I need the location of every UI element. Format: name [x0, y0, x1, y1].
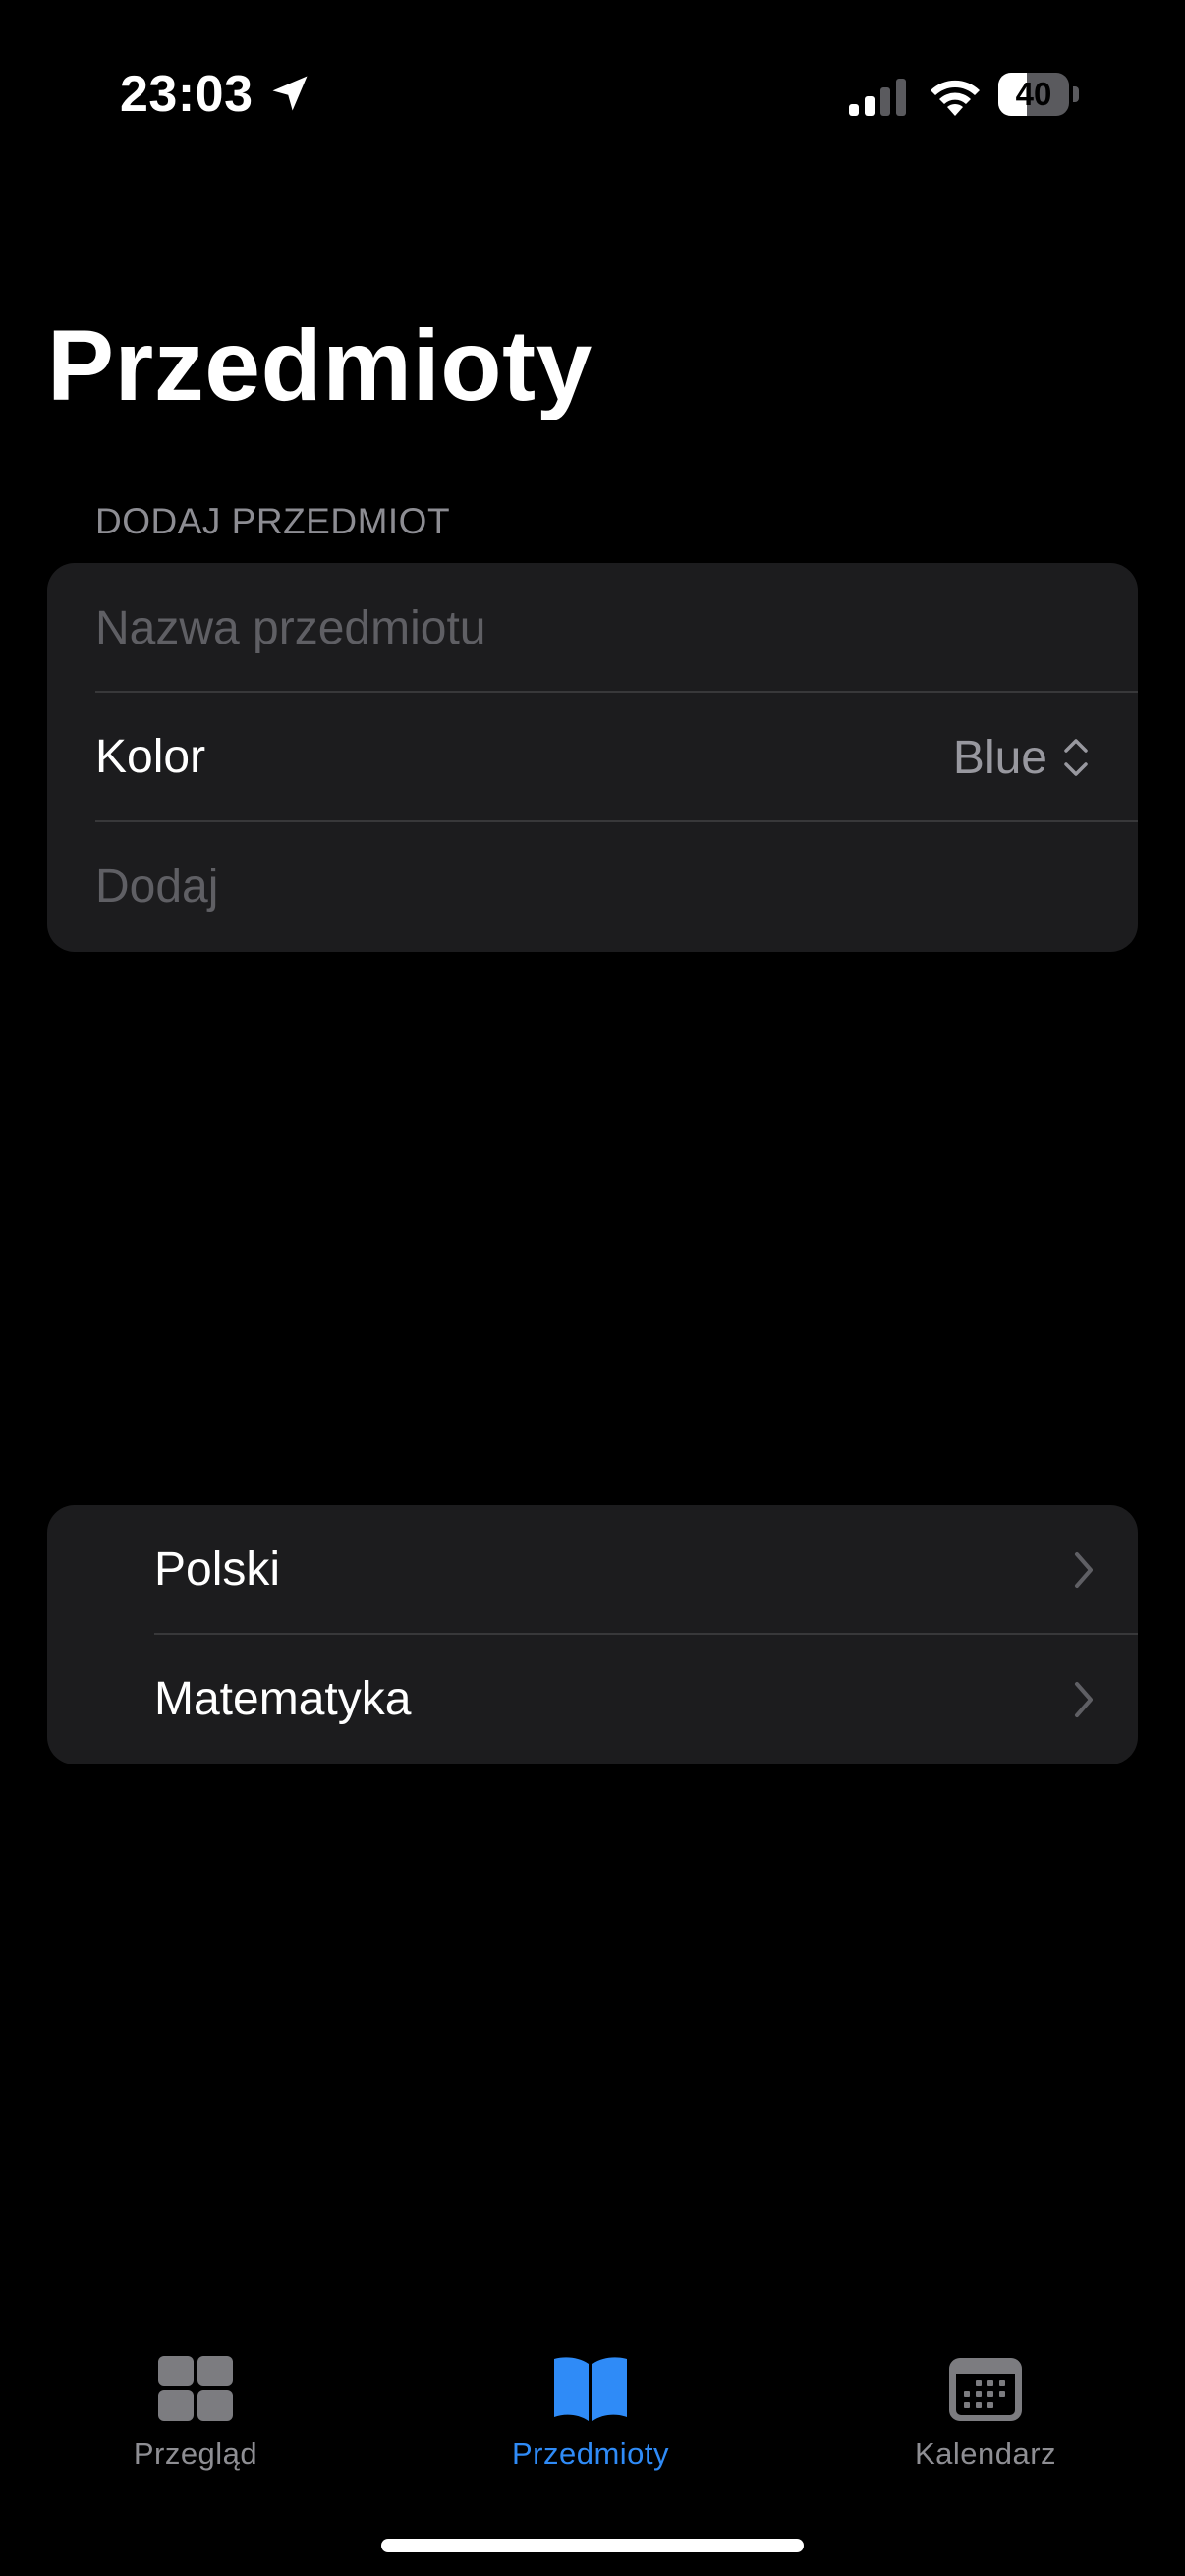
- tab-subjects[interactable]: Przedmioty: [443, 2319, 738, 2486]
- color-picker-row[interactable]: Kolor Blue: [47, 693, 1138, 822]
- subjects-list: Polski Matematyka: [47, 1505, 1138, 1764]
- chevron-right-icon: [1075, 1552, 1093, 1588]
- book-icon: [554, 2357, 627, 2421]
- add-subject-button[interactable]: Dodaj: [95, 822, 218, 952]
- chevron-up-down-icon: [1064, 739, 1088, 776]
- status-bar: 23:03 40: [0, 0, 1185, 187]
- page-title: Przedmioty: [47, 309, 592, 421]
- subject-label: Polski: [154, 1543, 281, 1596]
- grid-icon: [158, 2356, 233, 2421]
- color-picker-value: Blue: [952, 731, 1047, 784]
- tab-label: Przedmioty: [511, 2436, 670, 2471]
- tab-label: Kalendarz: [914, 2436, 1057, 2471]
- chevron-right-icon: [1075, 1682, 1093, 1717]
- subject-name-row: [47, 563, 1138, 693]
- home-indicator: [381, 2539, 804, 2552]
- add-subject-form: Kolor Blue Dodaj: [47, 563, 1138, 952]
- color-label: Kolor: [95, 731, 206, 783]
- list-item-subject[interactable]: Polski: [47, 1505, 1138, 1635]
- list-item-subject[interactable]: Matematyka: [47, 1635, 1138, 1764]
- wifi-icon: [931, 80, 980, 116]
- tab-bar: Przegląd Przedmioty Kalendarz: [0, 2319, 1185, 2576]
- calendar-icon: [949, 2358, 1022, 2421]
- battery-level-text: 40: [1015, 76, 1052, 112]
- cellular-signal-icon: [849, 79, 906, 116]
- status-time: 23:03: [120, 66, 254, 123]
- tab-calendar[interactable]: Kalendarz: [838, 2319, 1133, 2486]
- subject-name-input[interactable]: [95, 563, 1078, 693]
- battery-cap: [1073, 86, 1079, 102]
- add-button-row[interactable]: Dodaj: [47, 822, 1138, 952]
- tab-label: Przegląd: [133, 2436, 258, 2471]
- battery-indicator: 40: [998, 73, 1079, 116]
- battery-body: 40: [998, 73, 1069, 116]
- tab-overview[interactable]: Przegląd: [48, 2319, 343, 2486]
- section-header-add-subject: DODAJ PRZEDMIOT: [95, 501, 451, 541]
- subject-label: Matematyka: [154, 1673, 412, 1725]
- color-picker[interactable]: Blue: [953, 693, 1091, 822]
- location-arrow-icon: [272, 76, 308, 111]
